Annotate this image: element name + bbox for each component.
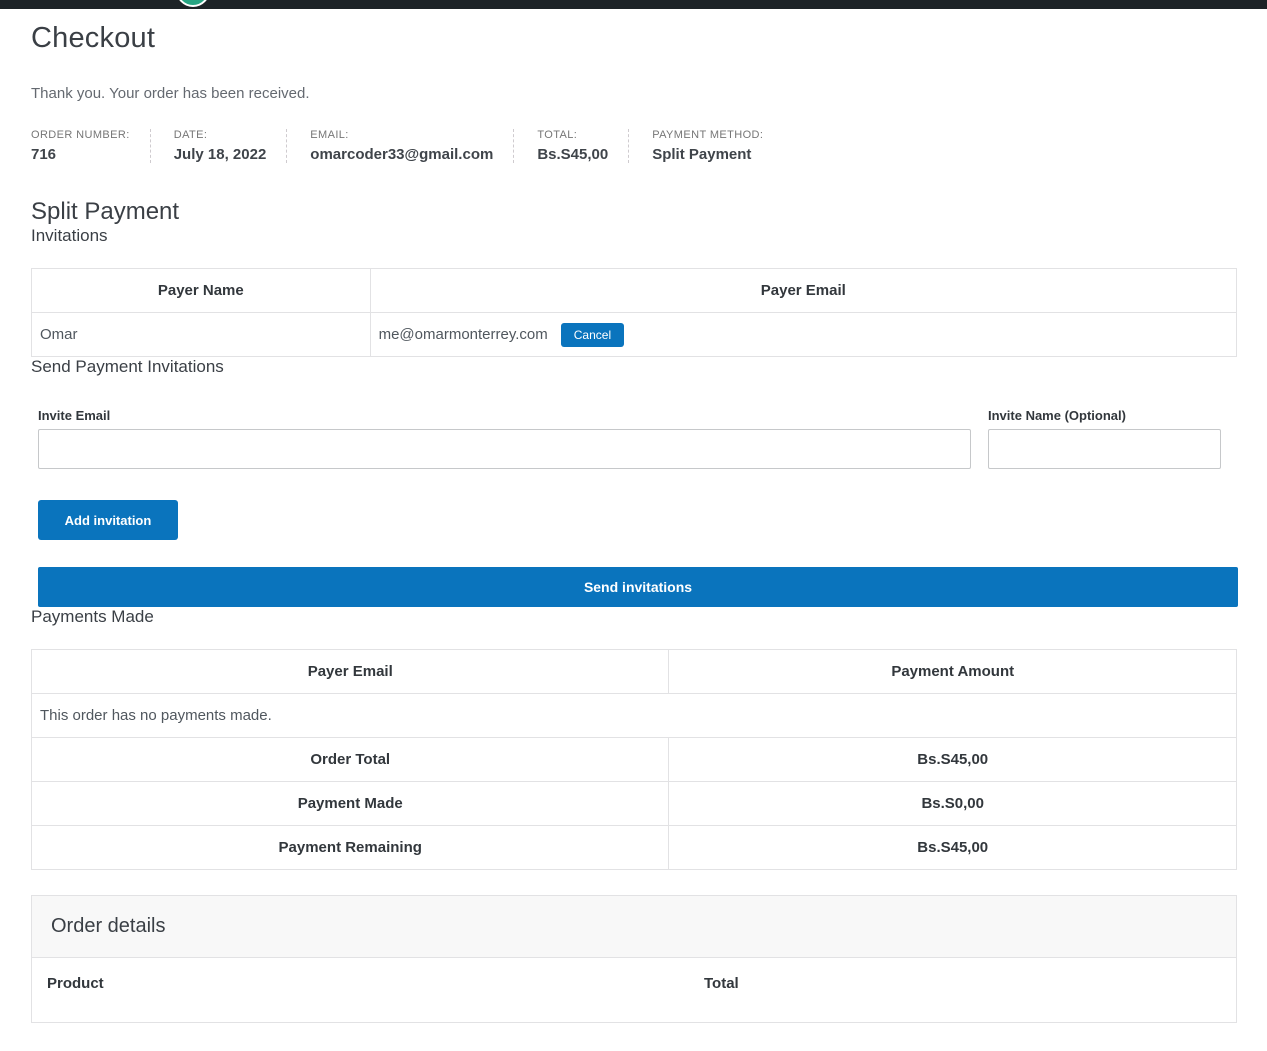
send-invitations-heading: Send Payment Invitations bbox=[31, 357, 1237, 377]
order-received-message: Thank you. Your order has been received. bbox=[31, 85, 1237, 102]
payments-header-row: Payer Email Payment Amount bbox=[32, 650, 1237, 694]
site-logo-icon bbox=[176, 0, 210, 7]
order-overview: ORDER NUMBER: 716 DATE: July 18, 2022 EM… bbox=[31, 129, 1237, 163]
payment-made-row-value: Bs.S0,00 bbox=[669, 782, 1237, 826]
payment-remaining-row: Payment Remaining Bs.S45,00 bbox=[32, 826, 1237, 870]
order-total-item: TOTAL: Bs.S45,00 bbox=[537, 129, 629, 163]
invite-email-field-group: Invite Email bbox=[38, 408, 971, 469]
order-total-label: TOTAL: bbox=[537, 129, 608, 141]
invite-email-label: Invite Email bbox=[38, 408, 971, 423]
payments-amount-header: Payment Amount bbox=[669, 650, 1237, 694]
invitations-heading: Invitations bbox=[31, 226, 1237, 246]
payer-email-column-header: Payer Email bbox=[370, 269, 1236, 313]
invitation-payer-name: Omar bbox=[32, 313, 371, 357]
invitation-row: Omar me@omarmonterrey.com Cancel bbox=[32, 313, 1237, 357]
order-total-row-label: Order Total bbox=[32, 738, 669, 782]
total-column-header: Total bbox=[704, 975, 739, 992]
send-invitations-form: Invite Email Invite Name (Optional) Add … bbox=[38, 408, 1237, 607]
invite-name-label: Invite Name (Optional) bbox=[988, 408, 1221, 423]
order-details-title: Order details bbox=[32, 896, 1236, 958]
payment-remaining-row-value: Bs.S45,00 bbox=[669, 826, 1237, 870]
add-invitation-button[interactable]: Add invitation bbox=[38, 500, 178, 540]
order-total-value: Bs.S45,00 bbox=[537, 146, 608, 163]
page-title: Checkout bbox=[31, 22, 1237, 55]
order-date-label: DATE: bbox=[174, 129, 267, 141]
order-number-label: ORDER NUMBER: bbox=[31, 129, 130, 141]
payer-name-column-header: Payer Name bbox=[32, 269, 371, 313]
order-total-row-value: Bs.S45,00 bbox=[669, 738, 1237, 782]
admin-top-bar bbox=[0, 0, 1267, 9]
payment-method-item: PAYMENT METHOD: Split Payment bbox=[652, 129, 783, 163]
invitation-payer-email-cell: me@omarmonterrey.com Cancel bbox=[370, 313, 1236, 357]
payments-made-table: Payer Email Payment Amount This order ha… bbox=[31, 649, 1237, 870]
no-payments-message: This order has no payments made. bbox=[32, 694, 1237, 738]
product-column-header: Product bbox=[47, 975, 704, 992]
order-details-card: Order details Product Total bbox=[31, 895, 1237, 1023]
invitations-table: Payer Name Payer Email Omar me@omarmonte… bbox=[31, 268, 1237, 357]
invitations-header-row: Payer Name Payer Email bbox=[32, 269, 1237, 313]
order-date-item: DATE: July 18, 2022 bbox=[174, 129, 288, 163]
order-total-row: Order Total Bs.S45,00 bbox=[32, 738, 1237, 782]
order-email-label: EMAIL: bbox=[310, 129, 493, 141]
payment-remaining-row-label: Payment Remaining bbox=[32, 826, 669, 870]
order-number-item: ORDER NUMBER: 716 bbox=[31, 129, 151, 163]
payments-made-heading: Payments Made bbox=[31, 607, 1237, 627]
order-date-value: July 18, 2022 bbox=[174, 146, 267, 163]
send-invitations-button[interactable]: Send invitations bbox=[38, 567, 1238, 607]
payment-method-value: Split Payment bbox=[652, 146, 763, 163]
checkout-page: Checkout Thank you. Your order has been … bbox=[0, 22, 1267, 1023]
no-payments-row: This order has no payments made. bbox=[32, 694, 1237, 738]
order-email-value: omarcoder33@gmail.com bbox=[310, 146, 493, 163]
invite-name-input[interactable] bbox=[988, 429, 1221, 469]
invite-name-field-group: Invite Name (Optional) bbox=[988, 408, 1221, 469]
invitation-payer-email: me@omarmonterrey.com bbox=[379, 326, 548, 343]
invite-email-input[interactable] bbox=[38, 429, 971, 469]
payment-made-row-label: Payment Made bbox=[32, 782, 669, 826]
order-details-body: Product Total bbox=[32, 958, 1236, 1022]
payment-method-label: PAYMENT METHOD: bbox=[652, 129, 763, 141]
split-payment-title: Split Payment bbox=[31, 198, 1237, 226]
order-email-item: EMAIL: omarcoder33@gmail.com bbox=[310, 129, 514, 163]
order-number-value: 716 bbox=[31, 146, 130, 163]
cancel-invitation-button[interactable]: Cancel bbox=[561, 323, 624, 347]
payment-made-row: Payment Made Bs.S0,00 bbox=[32, 782, 1237, 826]
payments-payer-email-header: Payer Email bbox=[32, 650, 669, 694]
